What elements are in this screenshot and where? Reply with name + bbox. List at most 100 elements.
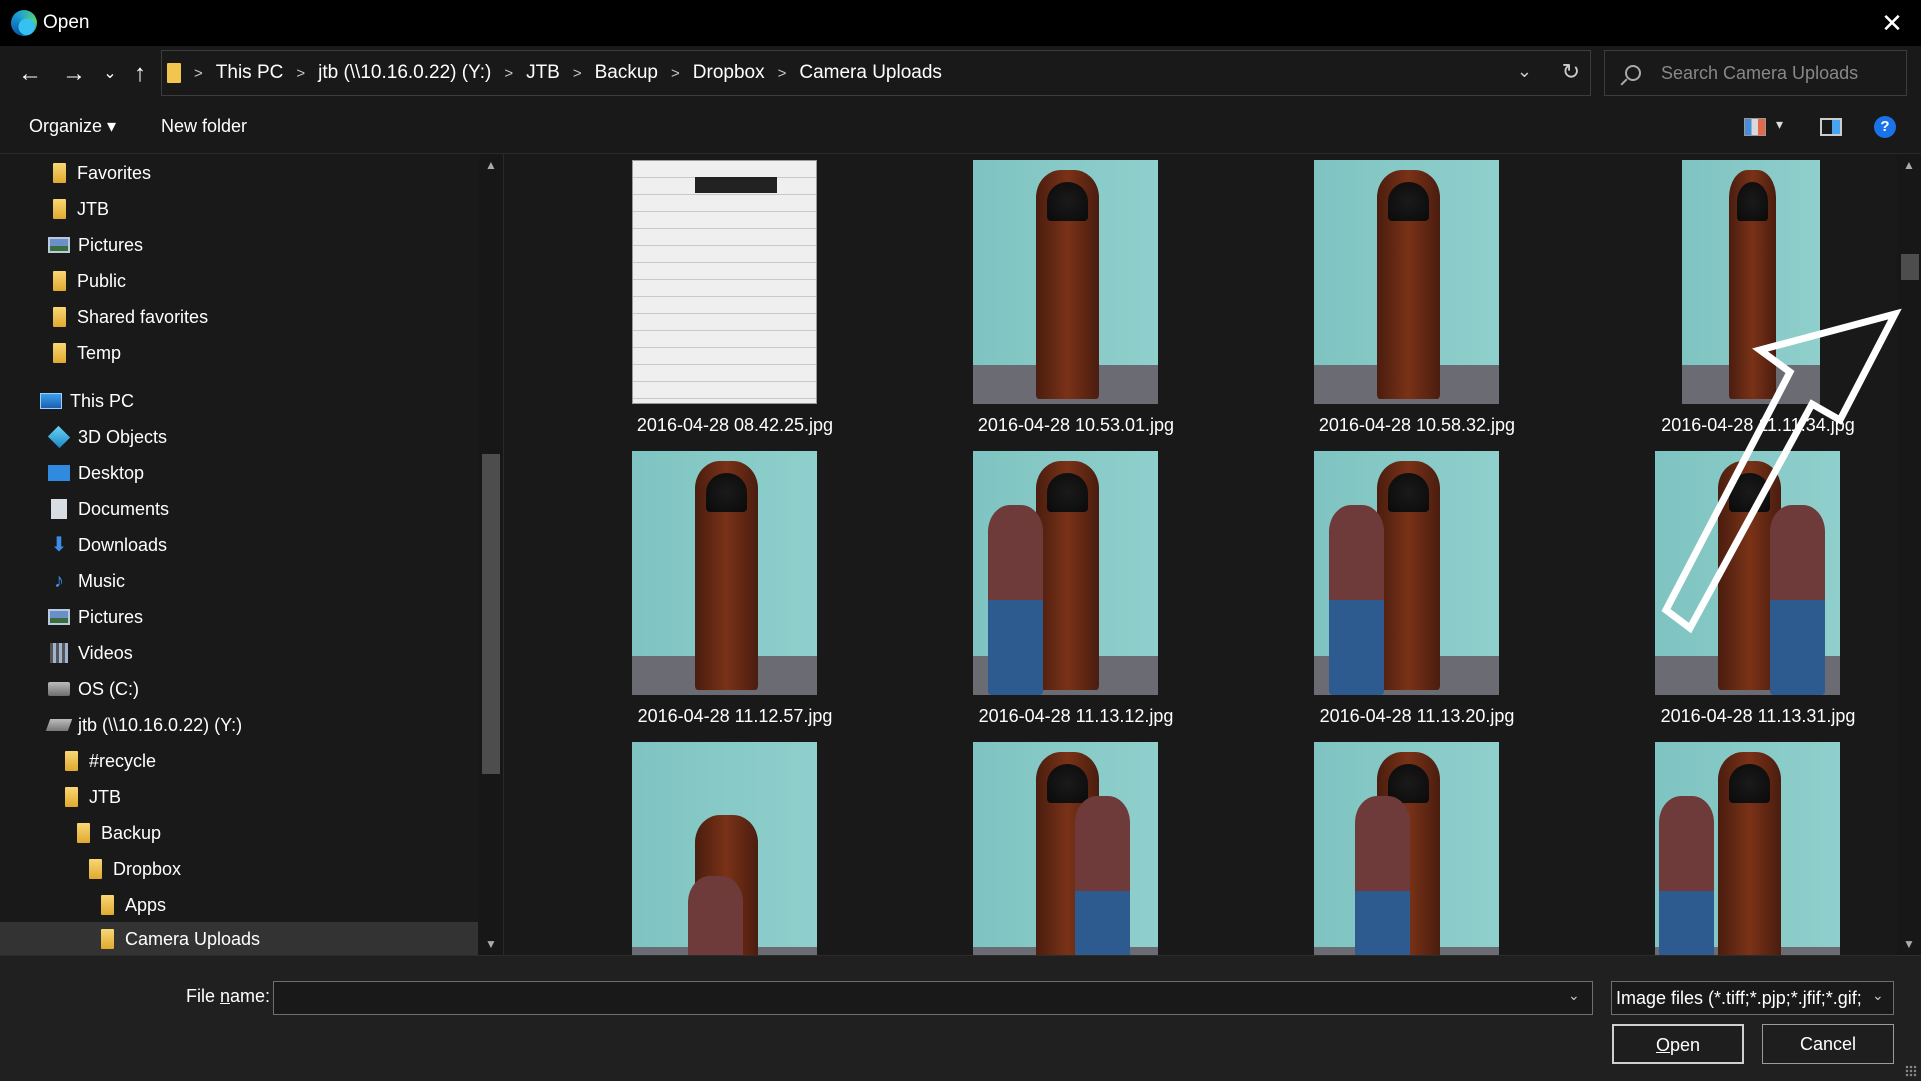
sidebar-item-label: #recycle (89, 750, 157, 771)
sidebar-item-favorites[interactable]: Favorites (48, 156, 151, 190)
help-icon[interactable]: ? (1874, 116, 1896, 138)
sidebar-item-shared-favorites[interactable]: Shared favorites (48, 300, 208, 334)
breadcrumb-jtb[interactable]: JTB (526, 62, 560, 84)
chevron-right-icon[interactable]: > (504, 65, 513, 82)
breadcrumb-network-drive[interactable]: jtb (\\10.16.0.22) (Y:) (318, 62, 491, 84)
view-options-dropdown-icon[interactable]: ▾ (1776, 116, 1783, 133)
sidebar-item-label: Backup (101, 822, 162, 843)
file-item[interactable] (1247, 742, 1587, 955)
file-type-select[interactable]: Image files (*.tiff;*.pjp;*.jfif;*.gif; (1611, 981, 1894, 1015)
sidebar-item-label: Dropbox (113, 858, 182, 879)
file-list-scrollbar[interactable]: ▲ ▼ (1897, 154, 1921, 955)
sidebar-item-dropbox[interactable]: Dropbox (84, 852, 181, 886)
chevron-right-icon[interactable]: > (296, 65, 305, 82)
sidebar-item-label: Public (77, 270, 127, 291)
breadcrumb-this-pc[interactable]: This PC (216, 62, 284, 84)
sidebar-item-documents[interactable]: Documents (48, 492, 169, 526)
open-button[interactable]: Open (1612, 1024, 1744, 1064)
sidebar-item-temp[interactable]: Temp (48, 336, 121, 370)
sidebar-item-jtb-folder[interactable]: JTB (60, 780, 121, 814)
file-item[interactable] (1588, 742, 1921, 955)
search-input[interactable] (1661, 62, 1891, 84)
sidebar-item-recycle[interactable]: #recycle (60, 744, 156, 778)
back-button[interactable]: ← (14, 58, 46, 90)
folder-icon (65, 751, 78, 771)
sidebar-item-camera-uploads[interactable]: Camera Uploads (0, 922, 478, 956)
breadcrumb-camera-uploads[interactable]: Camera Uploads (799, 62, 942, 84)
sidebar-item-this-pc[interactable]: This PC (40, 384, 134, 418)
scrollbar-thumb[interactable] (482, 454, 500, 774)
folder-icon (167, 63, 181, 83)
chevron-down-icon[interactable]: ⌄ (1568, 987, 1580, 1004)
forward-button[interactable]: → (58, 58, 90, 90)
close-button[interactable]: ✕ (1877, 8, 1907, 38)
chevron-right-icon[interactable]: > (194, 65, 203, 82)
address-bar[interactable]: > This PC > jtb (\\10.16.0.22) (Y:) > JT… (161, 50, 1591, 96)
file-item[interactable]: 2016-04-28 11.11.34.jpg (1588, 160, 1921, 450)
new-folder-button[interactable]: New folder (161, 116, 247, 137)
sidebar-item-backup[interactable]: Backup (72, 816, 161, 850)
file-name-label: 2016-04-28 10.58.32.jpg (1318, 415, 1516, 435)
sidebar-item-pictures[interactable]: Pictures (48, 600, 143, 634)
file-item[interactable] (565, 742, 905, 955)
file-item[interactable]: 2016-04-28 10.53.01.jpg (906, 160, 1246, 450)
breadcrumb-backup[interactable]: Backup (595, 62, 658, 84)
recent-locations-button[interactable]: ⌄ (94, 58, 126, 90)
chevron-right-icon[interactable]: > (671, 65, 680, 82)
file-name-label: 2016-04-28 08.42.25.jpg (636, 415, 834, 435)
documents-icon (51, 499, 67, 519)
folder-icon (77, 823, 90, 843)
scroll-up-icon[interactable]: ▲ (479, 158, 503, 172)
cancel-button[interactable]: Cancel (1762, 1024, 1894, 1064)
sidebar-item-apps[interactable]: Apps (96, 888, 166, 922)
scroll-up-icon[interactable]: ▲ (1897, 158, 1921, 172)
change-view-icon[interactable] (1744, 118, 1766, 136)
sidebar-item-downloads[interactable]: ⬇ Downloads (48, 528, 167, 562)
resize-grip-icon[interactable] (1905, 1065, 1917, 1077)
sidebar-item-jtb[interactable]: JTB (48, 192, 109, 226)
file-item[interactable]: 2016-04-28 10.58.32.jpg (1247, 160, 1587, 450)
navigation-scrollbar[interactable]: ▲ ▼ (479, 154, 503, 955)
folder-icon (65, 787, 78, 807)
up-button[interactable]: ↑ (124, 58, 156, 90)
sidebar-item-label: This PC (70, 390, 135, 411)
scroll-down-icon[interactable]: ▼ (1897, 937, 1921, 951)
sidebar-item-desktop[interactable]: Desktop (48, 456, 144, 490)
file-item[interactable] (906, 742, 1246, 955)
chevron-right-icon[interactable]: > (573, 65, 582, 82)
address-dropdown-icon[interactable]: ⌄ (1517, 61, 1532, 82)
sidebar-item-os-drive[interactable]: OS (C:) (48, 672, 139, 706)
scroll-down-icon[interactable]: ▼ (479, 937, 503, 951)
folder-icon (101, 895, 114, 915)
navigation-pane: Favorites JTB Pictures Public Shared fav… (0, 154, 504, 956)
sidebar-item-videos[interactable]: Videos (48, 636, 133, 670)
file-name-input[interactable] (273, 981, 1593, 1015)
search-box[interactable] (1604, 50, 1907, 96)
organize-button[interactable]: Organize ▾ (29, 116, 116, 137)
file-item[interactable]: 2016-04-28 11.13.20.jpg (1247, 451, 1587, 741)
file-item[interactable]: 2016-04-28 11.12.57.jpg (565, 451, 905, 741)
image-thumbnail (1314, 742, 1499, 955)
chevron-down-icon[interactable]: ⌄ (1872, 987, 1884, 1004)
file-item[interactable]: 2016-04-28 08.42.25.jpg (565, 160, 905, 450)
sidebar-item-public[interactable]: Public (48, 264, 126, 298)
breadcrumb-dropbox[interactable]: Dropbox (693, 62, 765, 84)
sidebar-item-3d-objects[interactable]: 3D Objects (47, 420, 167, 454)
sidebar-item-network-drive[interactable]: jtb (\\10.16.0.22) (Y:) (45, 708, 242, 742)
image-thumbnail (1655, 742, 1840, 955)
sidebar-item-music[interactable]: ♪ Music (48, 564, 125, 598)
refresh-icon[interactable]: ↻ (1562, 59, 1580, 85)
file-item[interactable]: 2016-04-28 11.13.12.jpg (906, 451, 1246, 741)
chevron-right-icon[interactable]: > (778, 65, 787, 82)
drive-icon (48, 682, 70, 696)
sidebar-item-pictures-quick[interactable]: Pictures (48, 228, 143, 262)
sidebar-item-label: Pictures (78, 606, 144, 627)
file-name-label: 2016-04-28 11.13.20.jpg (1319, 706, 1515, 726)
sidebar-item-label: Desktop (78, 462, 145, 483)
file-item[interactable]: 2016-04-28 11.13.31.jpg (1588, 451, 1921, 741)
image-thumbnail (1314, 451, 1499, 695)
folder-icon (89, 859, 102, 879)
pictures-icon (48, 609, 70, 625)
scrollbar-thumb[interactable] (1901, 254, 1919, 280)
preview-pane-icon[interactable] (1820, 118, 1842, 136)
